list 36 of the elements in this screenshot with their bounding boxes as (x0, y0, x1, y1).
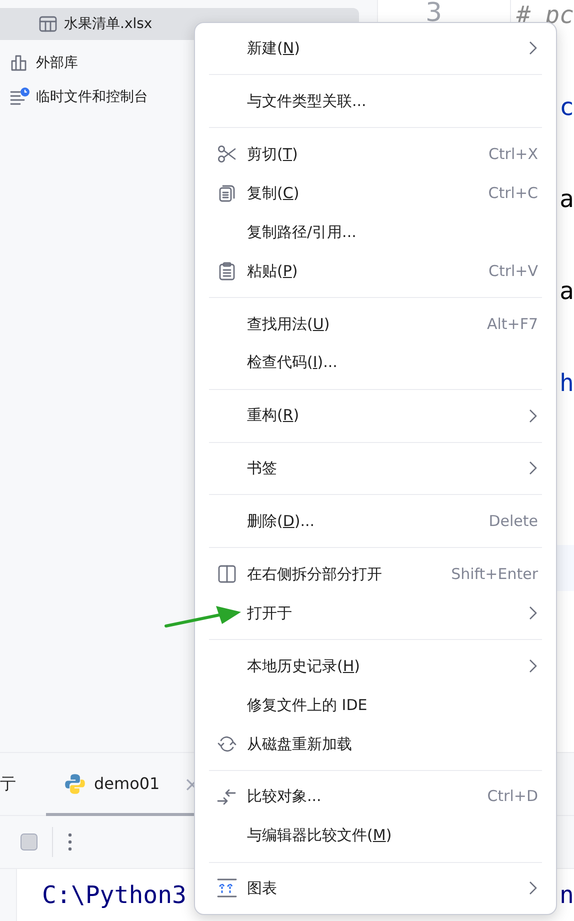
clipboard-icon (217, 260, 237, 281)
menu-item[interactable]: 比较对象... Ctrl+D (195, 777, 556, 816)
chart-icon (217, 878, 237, 898)
scissors-icon (217, 144, 237, 164)
menu-item[interactable]: 与文件类型关联... (195, 82, 556, 121)
menu-item[interactable]: 修复文件上的 IDE (195, 685, 556, 724)
menu-item[interactable]: 粘贴(P) Ctrl+V (195, 251, 556, 290)
menu-item[interactable]: 复制(C) Ctrl+C (195, 174, 556, 213)
line-number: 3 (425, 0, 442, 28)
menu-item[interactable]: 图表 (195, 869, 556, 908)
menu-item[interactable]: 在右侧拆分部分打开 Shift+Enter (195, 554, 556, 594)
menu-item[interactable]: 重构(R) (195, 396, 556, 436)
code-text: c (560, 94, 574, 120)
code-text: a (560, 186, 574, 212)
console-text: n (560, 880, 574, 911)
panel-tab[interactable]: 亍 (0, 752, 46, 816)
code-text: a (560, 278, 574, 304)
menu-item[interactable]: 打开于 (195, 594, 556, 633)
menu-item[interactable]: 删除(D)... Delete (195, 502, 556, 541)
copy-icon (217, 183, 237, 204)
split-view-icon (217, 564, 237, 584)
python-icon (64, 773, 86, 795)
menu-item[interactable]: 复制路径/引用... (195, 212, 556, 252)
compare-icon (217, 786, 237, 807)
menu-item[interactable]: 本地历史记录(H) (195, 646, 556, 686)
code-text: h (560, 370, 574, 396)
menu-item[interactable]: 检查代码(I)... (195, 343, 556, 382)
table-icon (38, 14, 58, 34)
menu-item[interactable]: 查找用法(U) Alt+F7 (195, 304, 556, 344)
more-options-icon[interactable] (67, 832, 73, 852)
reload-icon (217, 734, 237, 754)
menu-item[interactable]: 书签 (195, 449, 556, 488)
console-text: C:\Python3 (42, 880, 186, 911)
scratch-file-icon (10, 87, 30, 107)
menu-item[interactable]: 剪切(T) Ctrl+X (195, 134, 556, 174)
menu-item[interactable]: 从磁盘重新加载 (195, 724, 556, 764)
